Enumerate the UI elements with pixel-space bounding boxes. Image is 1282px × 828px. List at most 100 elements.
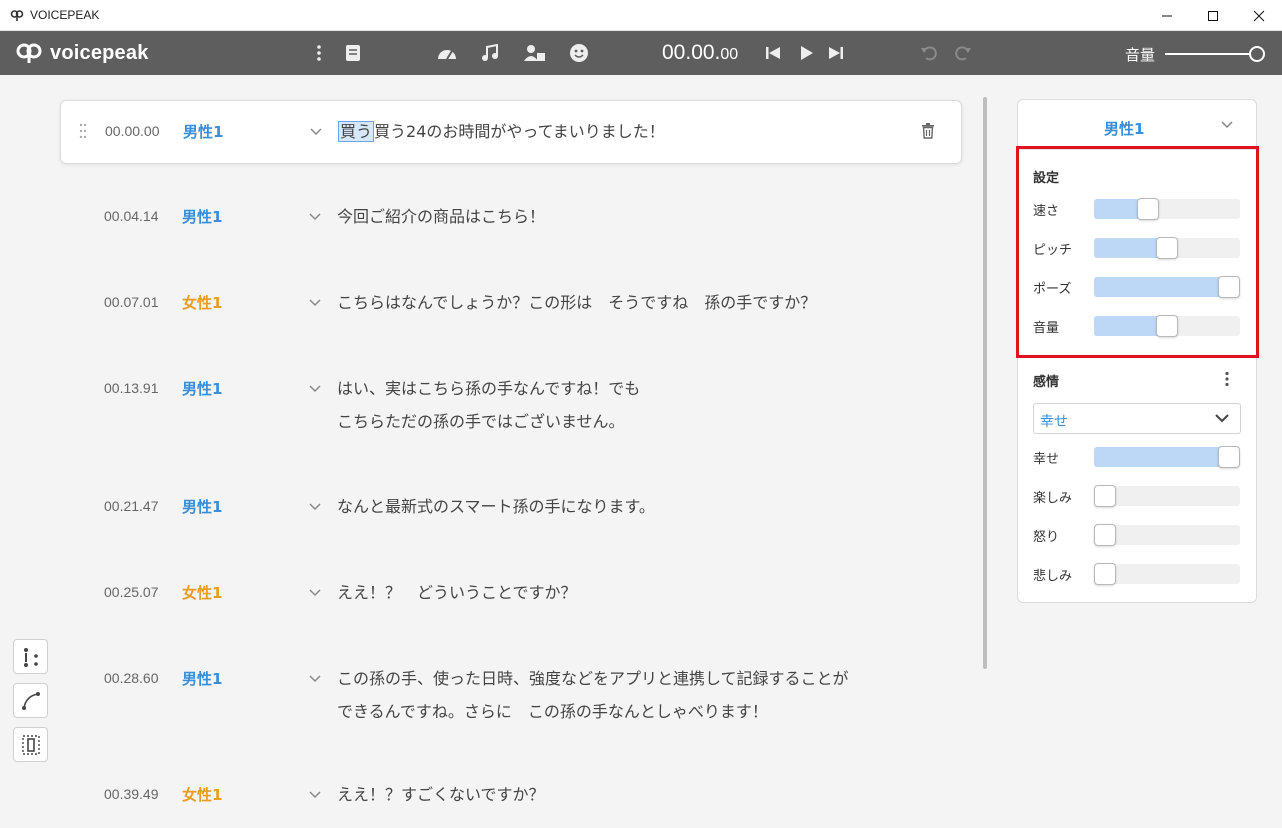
undo-button[interactable] [917,41,941,65]
minimize-button[interactable] [1144,0,1190,31]
play-button[interactable] [794,41,818,65]
row-timestamp: 00.21.47 [104,498,159,514]
row-text[interactable]: 今回ご紹介の商品はこちら！ [337,200,545,233]
script-row[interactable]: 00.28.60 男性1 この孫の手、使った日時、強度などをアプリと連携して記録する… [60,648,962,726]
emotion-slider-knob[interactable] [1094,524,1116,546]
script-row[interactable]: 00.00.00 男性1 買う 買う24のお時間がやってまいりました！ [60,100,962,164]
emotion-slider[interactable] [1094,485,1240,507]
row-speaker[interactable]: 男性1 [182,206,222,227]
main-toolbar: voicepeak 00.00.00 音量 [0,31,1282,75]
emotion-section-title: 感情 [1033,375,1060,390]
script-scrollbar[interactable] [983,97,987,669]
script-row[interactable]: 00.39.49 女性1 ええ！？すごくないですか？ [60,764,962,828]
chevron-down-icon[interactable] [308,384,322,394]
narrator-icon [524,45,545,61]
volume-slider-knob[interactable] [1249,46,1265,62]
row-timestamp: 00.25.07 [104,584,159,600]
music-note-icon [482,44,498,61]
close-icon [1253,10,1265,21]
emotion-label: 幸せ [1033,452,1060,467]
emotion-button[interactable] [567,41,591,65]
row-speaker[interactable]: 女性1 [182,292,222,313]
chevron-down-icon[interactable] [308,298,322,308]
row-speaker[interactable]: 女性1 [182,582,222,603]
emotion-select[interactable]: 幸せ [1033,403,1241,434]
row-text[interactable]: なんと最新式のスマート孫の手になります。 [337,490,655,523]
drag-handle-icon[interactable] [79,123,87,139]
skip-previous-icon [766,47,780,59]
volume-label: 音量 [1125,46,1156,64]
close-button[interactable] [1236,0,1282,31]
bracket-tool-button[interactable] [13,727,48,762]
speedometer-icon [438,50,456,60]
script-row[interactable]: 00.21.47 男性1 なんと最新式のスマート孫の手になります。 [60,476,962,540]
menu-button[interactable] [307,41,331,65]
maximize-button[interactable] [1190,0,1236,31]
playback-time: 00.00.00 [662,41,739,64]
row-text[interactable]: この孫の手、使った日時、強度などをアプリと連携して記録することが できるんですね。… [337,662,849,728]
voicepeak-logo-icon [16,43,42,63]
emotion-menu-button[interactable] [1224,371,1230,391]
chevron-down-icon[interactable] [308,588,322,598]
chevron-down-icon[interactable] [308,674,322,684]
row-speaker[interactable]: 男性1 [182,496,222,517]
bracket-frame-icon [21,734,40,755]
script-row[interactable]: 00.04.14 男性1 今回ご紹介の商品はこちら！ [60,186,962,250]
row-speaker[interactable]: 男性1 [182,668,222,689]
settings-highlight-box [1016,146,1259,358]
more-vert-icon [317,45,321,61]
minimize-icon [1162,15,1172,16]
dictionary-button[interactable] [341,41,365,65]
narrator-button[interactable] [523,41,547,65]
script-row[interactable]: 00.07.01 女性1 こちらはなんでしょうか？この形は そうですね 孫の手ですか… [60,272,962,336]
row-speaker[interactable]: 男性1 [182,378,222,399]
row-text[interactable]: こちらはなんでしょうか？この形は そうですね 孫の手ですか？ [337,286,816,319]
emotion-slider-knob[interactable] [1094,563,1116,585]
undo-icon [921,46,937,61]
emotion-slider[interactable] [1094,524,1240,546]
row-text[interactable]: ええ！？すごくないですか？ [337,778,545,811]
music-button[interactable] [478,41,502,65]
skip-next-icon [829,47,843,59]
skip-next-button[interactable] [824,41,848,65]
skip-previous-button[interactable] [761,41,785,65]
window-titlebar: VOICEPEAK [0,0,1282,31]
window-title: VOICEPEAK [30,8,100,22]
selected-text[interactable]: 買う [338,121,375,142]
dictionary-icon [346,45,360,61]
curve-tool-button[interactable] [13,683,48,718]
chevron-down-icon[interactable] [308,212,322,222]
row-timestamp: 00.28.60 [104,670,159,686]
emotion-slider-fill [1094,447,1229,467]
emotion-slider-knob[interactable] [1218,446,1240,468]
emotion-label: 悲しみ [1033,569,1073,584]
chevron-down-icon[interactable] [309,127,323,137]
chevron-down-icon[interactable] [308,790,322,800]
chevron-down-icon [1221,121,1233,129]
script-row[interactable]: 00.25.07 女性1 ええ！？ どういうことですか？ [60,562,962,626]
play-icon [801,46,813,60]
script-row[interactable]: 00.13.91 男性1 はい、実はこちら孫の手なんですね！でも こちらただの孫の手で… [60,358,962,436]
speed-button[interactable] [435,41,459,65]
narrator-name: 男性1 [1104,120,1145,138]
redo-button[interactable] [951,41,975,65]
emotion-selected-value: 幸せ [1040,414,1068,430]
narrator-selector[interactable]: 男性1 [1018,100,1256,150]
row-timestamp: 00.00.00 [105,123,160,139]
volume-slider[interactable] [1165,53,1255,55]
more-vert-icon [1225,371,1229,387]
trash-icon[interactable] [921,123,935,139]
curve-icon [21,691,40,710]
emotion-slider[interactable] [1094,446,1240,468]
app-logo-icon [10,10,24,21]
row-timestamp: 00.07.01 [104,294,159,310]
emotion-slider[interactable] [1094,563,1240,585]
row-text[interactable]: 買う 買う24のお時間がやってまいりました！ [338,115,665,148]
split-tool-button[interactable] [13,639,48,674]
emotion-slider-knob[interactable] [1094,485,1116,507]
row-speaker[interactable]: 男性1 [183,121,223,142]
row-speaker[interactable]: 女性1 [182,784,222,805]
chevron-down-icon[interactable] [308,502,322,512]
row-text[interactable]: ええ！？ どういうことですか？ [337,576,577,609]
row-text[interactable]: はい、実はこちら孫の手なんですね！でも こちらただの孫の手ではございません。 [337,372,640,438]
